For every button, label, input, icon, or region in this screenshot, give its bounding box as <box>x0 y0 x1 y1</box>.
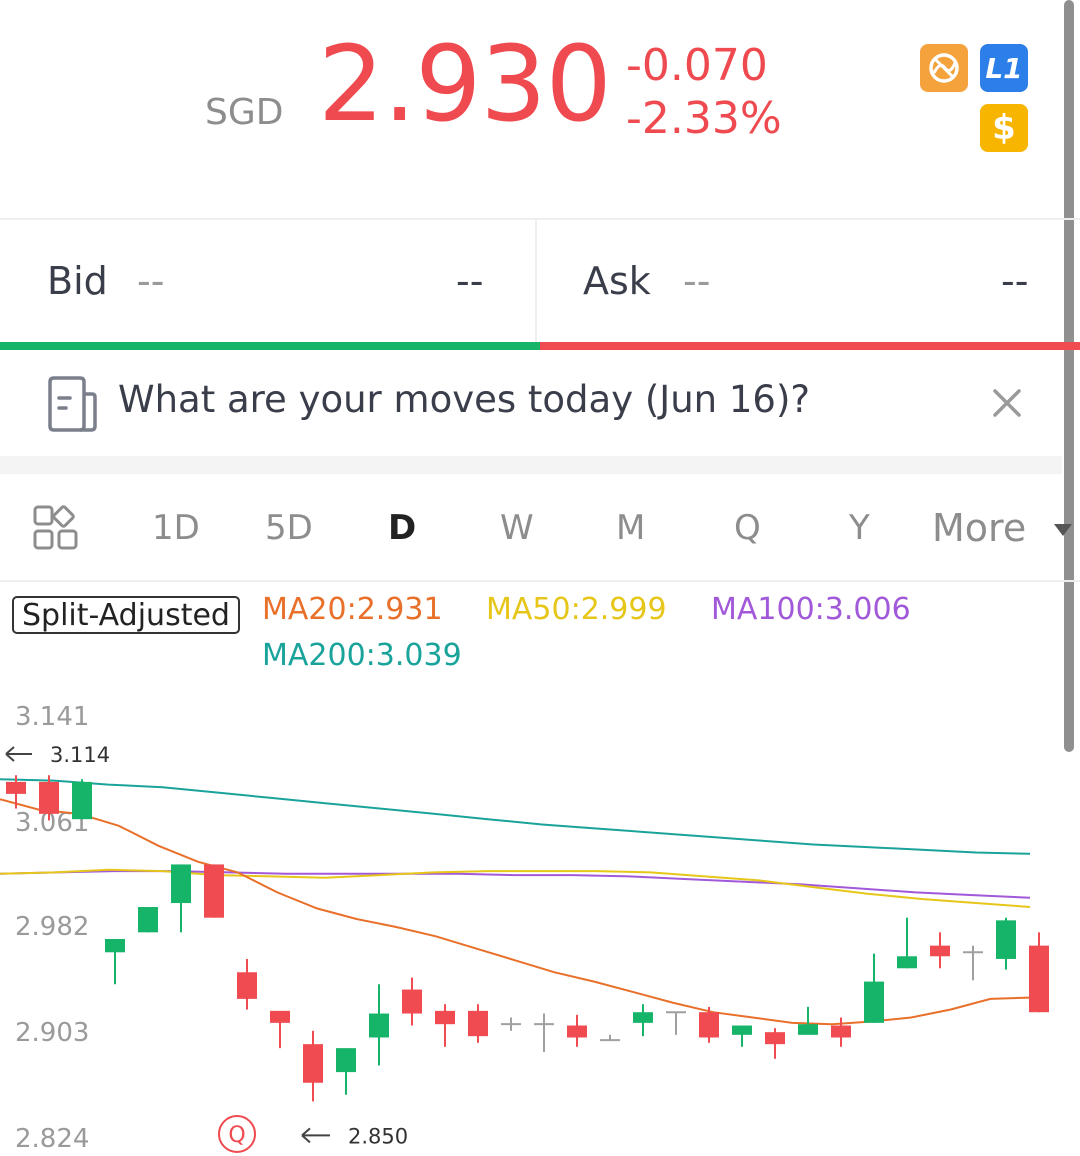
candle-body <box>138 907 158 933</box>
candle-body <box>435 1010 455 1025</box>
ask-section[interactable]: Ask -- -- <box>537 220 1062 342</box>
change-percent: -2.33% <box>626 92 782 144</box>
last-price: 2.930 <box>318 23 612 145</box>
tab-quarter[interactable]: Q <box>734 508 761 548</box>
tab-week[interactable]: W <box>500 508 534 548</box>
page-scrollbar[interactable] <box>1064 0 1074 752</box>
ask-volume: -- <box>1001 259 1029 303</box>
split-adjusted-toggle[interactable]: Split-Adjusted <box>12 596 240 634</box>
left-arrow-icon <box>5 746 32 762</box>
candle-body <box>699 1012 719 1038</box>
candle-body <box>798 1024 818 1035</box>
chevron-down-icon[interactable] <box>1054 524 1072 536</box>
price-change: -0.070 -2.33% <box>626 40 782 146</box>
ma20-label: MA20:2.931 <box>262 592 443 627</box>
ma200-label: MA200:3.039 <box>262 638 462 673</box>
candle-body <box>765 1032 785 1045</box>
high-marker-label: 3.114 <box>50 743 110 767</box>
ma100-label: MA100:3.006 <box>711 592 911 627</box>
tab-month[interactable]: M <box>616 508 645 548</box>
candle-body <box>237 972 257 999</box>
daily-prompt-banner[interactable]: What are your moves today (Jun 16)? <box>0 348 1062 456</box>
ma50-label: MA50:2.999 <box>486 592 667 627</box>
candle-body <box>864 981 884 1023</box>
candle-body <box>171 864 191 904</box>
candle-body <box>468 1010 488 1037</box>
candle-body <box>831 1025 851 1038</box>
candle-body <box>270 1010 290 1023</box>
tab-day[interactable]: D <box>388 508 416 548</box>
quote-header: SGD 2.930 -0.070 -2.33% L1 $ <box>0 0 1062 218</box>
ma200-line <box>0 778 1031 855</box>
candle-body <box>402 989 422 1014</box>
candle-body <box>39 781 59 814</box>
layout-grid-icon[interactable] <box>32 504 82 554</box>
event-marker-label: Q <box>228 1123 245 1148</box>
currency-label: SGD <box>205 92 284 133</box>
banner-text: What are your moves today (Jun 16)? <box>118 378 811 421</box>
price-chart[interactable]: 3.141 3.061 2.982 2.903 2.824 3.114 2.850… <box>0 690 1062 1156</box>
close-icon[interactable] <box>988 384 1026 422</box>
candle-body <box>930 945 950 957</box>
low-marker-label: 2.850 <box>348 1124 408 1148</box>
period-tabs: 1D 5D D W M Q Y More <box>0 474 1080 582</box>
tab-more[interactable]: More <box>932 506 1026 550</box>
bid-price: -- <box>137 259 165 303</box>
candle-body <box>567 1025 587 1038</box>
candle-body <box>336 1048 356 1073</box>
candle-body <box>72 781 92 820</box>
candle-body <box>732 1025 752 1035</box>
candle-body <box>1029 945 1049 1013</box>
level1-badge[interactable]: L1 <box>980 44 1028 92</box>
left-arrow-icon <box>301 1127 330 1144</box>
candle-body <box>204 864 224 918</box>
tab-5d[interactable]: 5D <box>265 508 313 548</box>
section-divider <box>0 456 1062 474</box>
tab-1d[interactable]: 1D <box>152 508 200 548</box>
change-value: -0.070 <box>626 40 768 91</box>
candle-body <box>633 1012 653 1023</box>
candle-body <box>369 1013 389 1038</box>
ask-label: Ask <box>583 259 651 303</box>
candle-body <box>105 938 125 953</box>
note-icon <box>48 376 97 432</box>
bid-label: Bid <box>47 259 108 303</box>
bid-volume: -- <box>456 259 484 303</box>
no-trade-icon[interactable] <box>920 44 968 92</box>
candlestick-plot: 3.114 2.850 Q <box>0 743 1049 1153</box>
candle-body <box>6 781 26 794</box>
bid-section[interactable]: Bid -- -- <box>0 220 537 342</box>
candle-body <box>897 956 917 969</box>
candle-body <box>996 920 1016 959</box>
tab-year[interactable]: Y <box>849 508 870 548</box>
bid-ask-panel: Bid -- -- Ask -- -- <box>0 218 1080 350</box>
dollar-badge[interactable]: $ <box>980 104 1028 152</box>
ask-price: -- <box>683 259 711 303</box>
candle-body <box>303 1044 323 1083</box>
